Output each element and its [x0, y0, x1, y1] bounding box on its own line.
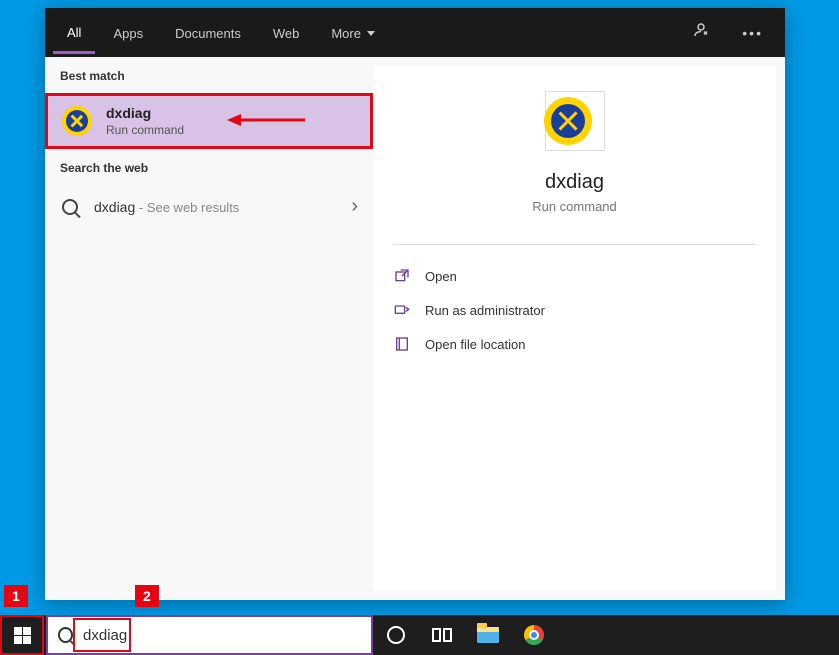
tab-apps[interactable]: Apps [99, 12, 157, 53]
action-open-label: Open [425, 269, 457, 284]
file-explorer-button[interactable] [465, 615, 511, 655]
task-view-button[interactable] [419, 615, 465, 655]
action-open[interactable]: Open [393, 259, 756, 293]
chevron-down-icon [367, 31, 375, 36]
annotation-badge-2: 2 [135, 585, 159, 607]
start-button[interactable] [0, 615, 44, 655]
admin-icon [393, 301, 411, 319]
section-search-web: Search the web [45, 149, 373, 185]
tab-more[interactable]: More [317, 12, 389, 53]
windows-search-panel: All Apps Documents Web More ••• Best mat… [45, 8, 785, 600]
tab-more-label: More [331, 26, 361, 41]
section-best-match: Best match [45, 57, 373, 93]
windows-logo-icon [14, 627, 31, 644]
cortana-icon [387, 626, 405, 644]
chevron-right-icon: › [351, 195, 358, 218]
search-icon [58, 627, 73, 643]
preview-icon-box [545, 91, 605, 151]
preview-header: dxdiag Run command [373, 91, 776, 244]
dxdiag-icon [62, 106, 92, 136]
tab-web[interactable]: Web [259, 12, 314, 53]
more-options-icon[interactable]: ••• [728, 25, 777, 41]
chrome-button[interactable] [511, 615, 557, 655]
dxdiag-icon [544, 97, 592, 145]
tab-documents[interactable]: Documents [161, 12, 255, 53]
file-explorer-icon [477, 627, 499, 643]
web-result-text: dxdiag - See web results [94, 199, 351, 215]
annotation-arrow-icon [225, 110, 310, 130]
action-open-location[interactable]: Open file location [393, 327, 756, 361]
web-query: dxdiag [94, 199, 135, 215]
best-match-result[interactable]: dxdiag Run command [45, 93, 373, 149]
preview-subtitle: Run command [532, 199, 617, 214]
search-panel-body: Best match dxdiag Run command Search the… [45, 57, 785, 600]
cortana-button[interactable] [373, 615, 419, 655]
feedback-icon[interactable] [678, 21, 724, 44]
divider [393, 244, 756, 245]
result-subtitle: Run command [106, 123, 184, 137]
search-icon [62, 199, 78, 215]
action-open-location-label: Open file location [425, 337, 525, 352]
results-list: Best match dxdiag Run command Search the… [45, 57, 373, 600]
result-title: dxdiag [106, 105, 184, 121]
open-icon [393, 267, 411, 285]
taskbar-search-box[interactable] [46, 615, 373, 655]
annotation-badge-1: 1 [4, 585, 28, 607]
web-result-item[interactable]: dxdiag - See web results › [45, 185, 373, 228]
web-suffix: - See web results [135, 200, 239, 215]
result-text: dxdiag Run command [106, 105, 184, 137]
action-run-admin-label: Run as administrator [425, 303, 545, 318]
tab-all[interactable]: All [53, 11, 95, 54]
taskbar-search-input[interactable] [83, 627, 361, 644]
search-tab-bar: All Apps Documents Web More ••• [45, 8, 785, 57]
chrome-icon [524, 625, 544, 645]
preview-pane: dxdiag Run command Open Run as administr… [373, 66, 776, 591]
action-list: Open Run as administrator Open file loca… [373, 259, 776, 361]
preview-title: dxdiag [545, 171, 604, 194]
folder-icon [393, 335, 411, 353]
action-run-admin[interactable]: Run as administrator [393, 293, 756, 327]
taskbar [0, 615, 839, 655]
task-view-icon [432, 628, 452, 642]
